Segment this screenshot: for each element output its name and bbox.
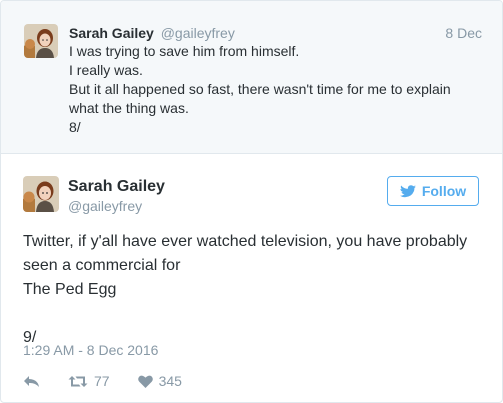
retweet-button[interactable]: 77	[68, 373, 110, 389]
heart-icon	[137, 375, 153, 388]
previous-tweet-text: I was trying to save him from himself. I…	[69, 42, 474, 137]
author-handle[interactable]: @gaileyfrey	[68, 198, 142, 214]
text-line: But it all happened so fast, there wasn'…	[69, 81, 451, 97]
retweet-icon	[68, 375, 88, 388]
reply-button[interactable]	[23, 375, 40, 388]
like-count: 345	[158, 373, 182, 389]
previous-tweet-header: Sarah Gailey @gaileyfrey 8 Dec	[69, 24, 482, 44]
text-line: The Ped Egg	[23, 281, 117, 298]
author-handle[interactable]: @gaileyfrey	[161, 25, 235, 41]
tweet-text: Twitter, if y'all have ever watched tele…	[23, 230, 480, 350]
text-line: what the thing was.	[69, 100, 189, 116]
reply-icon	[23, 375, 40, 388]
retweet-count: 77	[94, 373, 110, 389]
text-line: Twitter, if y'all have ever watched tele…	[23, 233, 468, 250]
previous-tweet[interactable]: Sarah Gailey @gaileyfrey 8 Dec I was try…	[1, 1, 502, 154]
follow-button[interactable]: Follow	[387, 176, 479, 206]
author-name[interactable]: Sarah Gailey	[68, 178, 165, 196]
tweet-embed: Sarah Gailey @gaileyfrey 8 Dec I was try…	[0, 0, 503, 403]
tweet-timestamp[interactable]: 1:29 AM - 8 Dec 2016	[23, 342, 158, 358]
avatar[interactable]	[23, 176, 59, 212]
text-line	[23, 302, 480, 326]
text-line: seen a commercial for	[23, 257, 181, 274]
avatar[interactable]	[24, 24, 58, 58]
twitter-bird-icon	[399, 184, 416, 198]
text-line: 8/	[69, 119, 81, 135]
follow-label: Follow	[421, 183, 467, 199]
tweet-date[interactable]: 8 Dec	[445, 24, 482, 42]
text-line: I was trying to save him from himself.	[69, 43, 300, 59]
tweet-actions: 77 345	[23, 371, 182, 391]
author-name[interactable]: Sarah Gailey	[69, 25, 154, 41]
text-line: I really was.	[69, 62, 143, 78]
like-button[interactable]: 345	[137, 373, 182, 389]
